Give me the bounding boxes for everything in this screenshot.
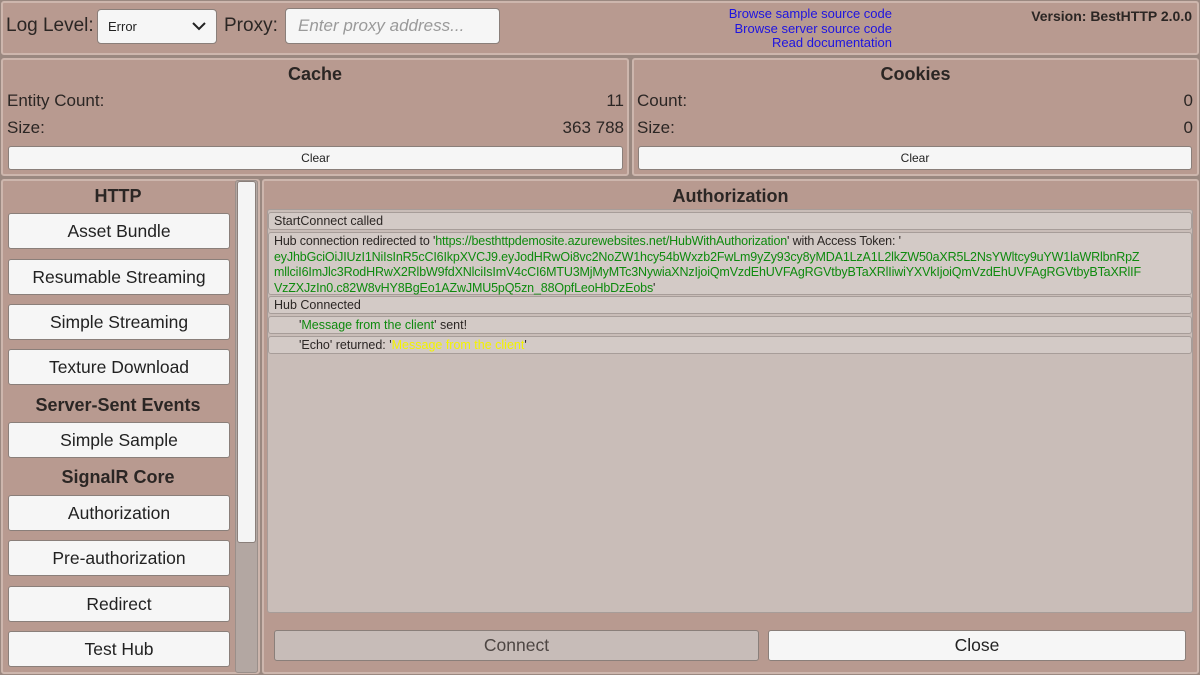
sidebar-item-simple-streaming[interactable]: Simple Streaming [8,304,230,340]
browse-sample-source-link[interactable]: Browse sample source code [690,6,892,22]
cache-title: Cache [287,64,343,84]
log-entry: Hub Connected [268,296,1192,314]
sidebar-header-signalr: SignalR Core [61,467,175,487]
cookies-clear-button[interactable]: Clear [638,146,1192,170]
close-button[interactable]: Close [768,630,1186,661]
read-documentation-link[interactable]: Read documentation [690,35,892,51]
cache-entity-count-value: 11 [606,91,624,110]
sidebar-item-asset-bundle[interactable]: Asset Bundle [8,213,230,249]
connect-button[interactable]: Connect [274,630,759,661]
sidebar-item-simple-sample[interactable]: Simple Sample [8,422,230,458]
sidebar-item-authorization[interactable]: Authorization [8,495,230,531]
sidebar-item-texture-download[interactable]: Texture Download [8,349,230,385]
token-line: mllciI6ImJlc3RodHRwX2RlbW9fdXNlciIsImV4c… [274,265,1141,279]
log-entry: 'Echo' returned: 'Message from the clien… [268,336,1192,354]
browse-server-source-link[interactable]: Browse server source code [690,21,892,37]
cookies-count-label: Count: [637,91,688,110]
sidebar-header-sse: Server-Sent Events [35,395,201,415]
proxy-label: Proxy: [224,15,278,36]
log-level-dropdown[interactable]: Error [97,9,217,44]
cache-clear-button[interactable]: Clear [8,146,623,170]
cache-size-label: Size: [7,118,45,137]
log-entry: 'Message from the client' sent! [268,316,1192,334]
sidebar-scrollbar-thumb[interactable] [237,181,256,543]
main-title: Authorization [672,186,789,206]
token-line: VzZXJzIn0.c82W8vHY8BgEo1AZwJMU5pQ5zn_88O… [274,280,654,295]
sidebar-scrollbar[interactable] [235,180,258,673]
echo-message: Message from the client [391,338,525,352]
sidebar-item-resumable-streaming[interactable]: Resumable Streaming [8,259,230,295]
redirect-url: https://besthttpdemosite.azurewebsites.n… [435,234,788,248]
cookies-size-label: Size: [637,118,675,137]
cache-size-value: 363 788 [562,118,624,137]
cookies-title: Cookies [880,64,951,84]
sidebar-item-pre-authorization[interactable]: Pre-authorization [8,540,230,576]
sidebar-item-redirect[interactable]: Redirect [8,586,230,622]
log-level-value: Error [108,19,137,34]
log-level-label: Log Level: [6,15,94,36]
log-entry: Hub connection redirected to 'https://be… [268,232,1192,295]
version-label: Version: BestHTTP 2.0.0 [1031,8,1192,24]
sent-message: Message from the client [301,318,435,332]
proxy-input[interactable] [285,8,500,44]
token-line: eyJhbGciOiJIUzI1NiIsInR5cCI6IkpXVCJ9.eyJ… [274,249,1140,264]
cache-entity-count-label: Entity Count: [7,91,105,110]
log-entry: StartConnect called [268,212,1192,230]
sidebar-item-test-hub[interactable]: Test Hub [8,631,230,667]
cookies-size-value: 0 [1183,118,1193,137]
chevron-down-icon [192,22,206,31]
cookies-count-value: 0 [1183,91,1193,110]
toolbar-links: Browse sample source code Browse server … [690,6,892,51]
sidebar-header-http: HTTP [94,186,142,206]
